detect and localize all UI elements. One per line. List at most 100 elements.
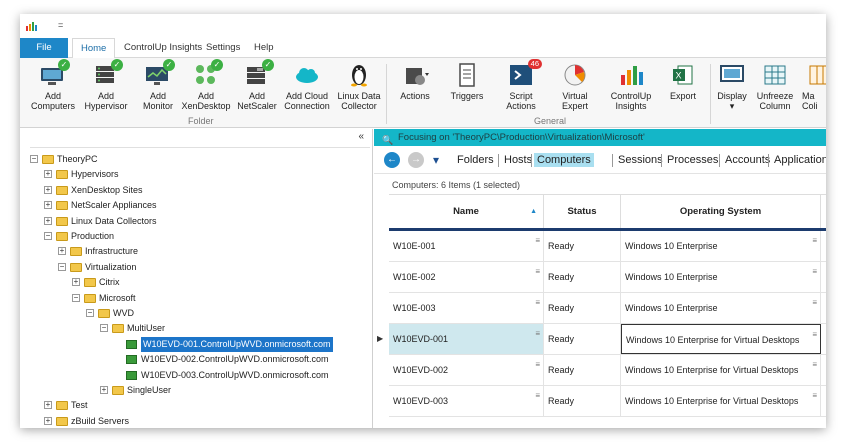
tab-computers[interactable]: Computers [534, 153, 594, 167]
cell-name[interactable]: W10E-001 ≡ [389, 231, 544, 261]
add-monitor-button[interactable]: ✓ Add Monitor [136, 59, 180, 111]
tab-accounts[interactable]: Accounts [722, 153, 773, 167]
table-row[interactable]: ▶ W10EVD-001 ≡ Ready Windows 10 Enterprise f… [377, 324, 826, 355]
display-button[interactable]: Display ▾ [712, 62, 752, 111]
cell-name[interactable]: W10EVD-003 ≡ [389, 386, 544, 416]
expand-icon[interactable]: + [44, 201, 52, 210]
cell-status[interactable]: Ready [544, 231, 621, 261]
collapse-icon[interactable]: − [58, 262, 66, 271]
cell-os[interactable]: Windows 10 Enterprise for Virtual Deskto… [621, 386, 821, 416]
tab-processes[interactable]: Processes [664, 153, 721, 167]
linux-data-collector-button[interactable]: Linux Data Collector [334, 62, 384, 111]
history-dropdown-icon[interactable]: ▾ [428, 152, 444, 168]
back-arrow-icon[interactable]: ← [384, 152, 400, 168]
tab-help[interactable]: Help [246, 38, 282, 58]
add-hypervisor-button[interactable]: ✓ Add Hypervisor [80, 59, 132, 111]
cell-status[interactable]: Ready [544, 293, 621, 323]
forward-arrow-icon[interactable]: → [408, 152, 424, 168]
add-cloud-connection-button[interactable]: Add Cloud Connection [282, 62, 332, 111]
column-header-name[interactable]: Name ▲ [389, 195, 544, 228]
cell-menu-icon[interactable]: ≡ [535, 237, 540, 245]
script-actions-button[interactable]: 46 Script Actions [498, 59, 544, 111]
actions-button[interactable]: Actions [392, 62, 438, 101]
expand-icon[interactable]: + [44, 185, 52, 194]
cell-menu-icon[interactable]: ≡ [535, 330, 540, 338]
cell-os[interactable]: Windows 10 Enterprise for Virtual Deskto… [621, 355, 821, 385]
cell-status[interactable]: Ready [544, 386, 621, 416]
cell-os[interactable]: Windows 10 Enterprise ≡ [621, 293, 821, 323]
expand-icon[interactable]: + [44, 216, 52, 225]
table-row[interactable]: W10E-003 ≡ Ready Windows 10 Enterprise ≡ [389, 293, 826, 324]
cell-menu-icon[interactable]: ≡ [535, 268, 540, 276]
cell-name[interactable]: W10EVD-002 ≡ [389, 355, 544, 385]
tab-sessions[interactable]: Sessions [615, 153, 666, 167]
tab-settings[interactable]: Settings [198, 38, 248, 58]
controlup-insights-button[interactable]: ControlUp Insights [606, 62, 656, 111]
cell-menu-icon[interactable]: ≡ [535, 392, 540, 400]
cell-menu-icon[interactable]: ≡ [812, 361, 817, 369]
expand-icon[interactable]: + [58, 247, 66, 256]
add-computers-button[interactable]: ✓ Add Computers [28, 59, 78, 111]
cell-status[interactable]: Ready [544, 355, 621, 385]
cell-name[interactable]: W10E-003 ≡ [389, 293, 544, 323]
tree-node-label: SingleUser [127, 385, 172, 395]
cell-name[interactable]: W10EVD-001 ≡ [389, 324, 544, 354]
computers-grid: Name ▲ Status Operating System W10E-001 ≡… [377, 194, 826, 428]
collapse-icon[interactable]: − [100, 324, 108, 333]
cell-status[interactable]: Ready [544, 262, 621, 292]
add-xendesktop-button[interactable]: ✓ Add XenDesktop [180, 59, 232, 111]
collapse-pane-button[interactable]: « [358, 131, 364, 142]
tab-file[interactable]: File [20, 38, 68, 58]
tree-node-label: zBuild Servers [71, 415, 130, 426]
cell-menu-icon[interactable]: ≡ [812, 268, 817, 276]
table-row[interactable]: W10E-002 ≡ Ready Windows 10 Enterprise ≡ [389, 262, 826, 293]
expand-icon[interactable]: + [44, 401, 52, 410]
collapse-icon[interactable]: − [86, 309, 94, 317]
cell-menu-icon[interactable]: ≡ [535, 361, 540, 369]
cell-menu-icon[interactable]: ≡ [812, 331, 817, 339]
tree-node-label: W10EVD-003.ControlUpWVD.onmicrosoft.com [141, 369, 329, 380]
expand-icon[interactable]: + [44, 170, 52, 179]
export-button[interactable]: X Export [662, 62, 704, 101]
folder-folder-icon [56, 416, 68, 426]
tab-controlup-insights[interactable]: ControlUp Insights [116, 38, 210, 58]
collapse-icon[interactable]: − [44, 232, 52, 240]
cell-name[interactable]: W10E-002 ≡ [389, 262, 544, 292]
tab-applications[interactable]: Applications [771, 153, 826, 167]
cell-status[interactable]: Ready [544, 324, 621, 354]
collapse-icon[interactable]: − [30, 155, 38, 163]
unfreeze-column-button[interactable]: Unfreeze Column [754, 62, 796, 111]
cell-menu-icon[interactable]: ≡ [812, 237, 817, 245]
tab-home[interactable]: Home [72, 38, 116, 59]
quick-access-toolbar[interactable]: = [58, 20, 63, 30]
cell-menu-icon[interactable]: ≡ [812, 392, 817, 400]
cell-text: Ready [548, 334, 575, 344]
add-netscaler-button[interactable]: ✓ Add NetScaler [232, 59, 282, 111]
tab-hosts[interactable]: Hosts [501, 153, 535, 167]
organization-tree: − TheoryPC + Hypervisors + XenDesktop Sites + N… [30, 147, 370, 427]
table-row[interactable]: W10E-001 ≡ Ready Windows 10 Enterprise ≡ [389, 231, 826, 262]
cell-os[interactable]: Windows 10 Enterprise for Virtual Deskto… [621, 324, 821, 354]
column-header-os[interactable]: Operating System [621, 195, 821, 228]
tab-folders[interactable]: Folders [454, 153, 497, 167]
add-netscaler-icon: ✓ [242, 59, 274, 88]
tree-node-label: W10EVD-002.ControlUpWVD.onmicrosoft.com [141, 354, 329, 365]
triggers-button[interactable]: Triggers [444, 62, 490, 101]
table-row[interactable]: W10EVD-002 ≡ Ready Windows 10 Enterprise fo… [389, 355, 826, 386]
expand-icon[interactable]: + [44, 416, 52, 425]
cell-text: Ready [548, 365, 575, 375]
manage-columns-button[interactable]: Ma Coli [802, 62, 826, 111]
collapse-icon[interactable]: − [72, 293, 80, 302]
button-label: Monitor [142, 101, 173, 111]
cell-os[interactable]: Windows 10 Enterprise ≡ [621, 262, 821, 292]
expand-icon[interactable]: + [72, 278, 80, 287]
cell-os[interactable]: Windows 10 Enterprise ≡ [621, 231, 821, 261]
column-header-status[interactable]: Status [544, 195, 621, 228]
virtual-expert-button[interactable]: Virtual Expert [552, 62, 598, 111]
cell-menu-icon[interactable]: ≡ [812, 299, 817, 307]
table-row[interactable]: W10EVD-003 ≡ Ready Windows 10 Enterprise fo… [389, 386, 826, 417]
cell-menu-icon[interactable]: ≡ [535, 299, 540, 307]
title-strip: = [20, 14, 826, 38]
expand-icon[interactable]: + [100, 386, 108, 394]
tree-node-label: XenDesktop Sites [71, 184, 143, 195]
